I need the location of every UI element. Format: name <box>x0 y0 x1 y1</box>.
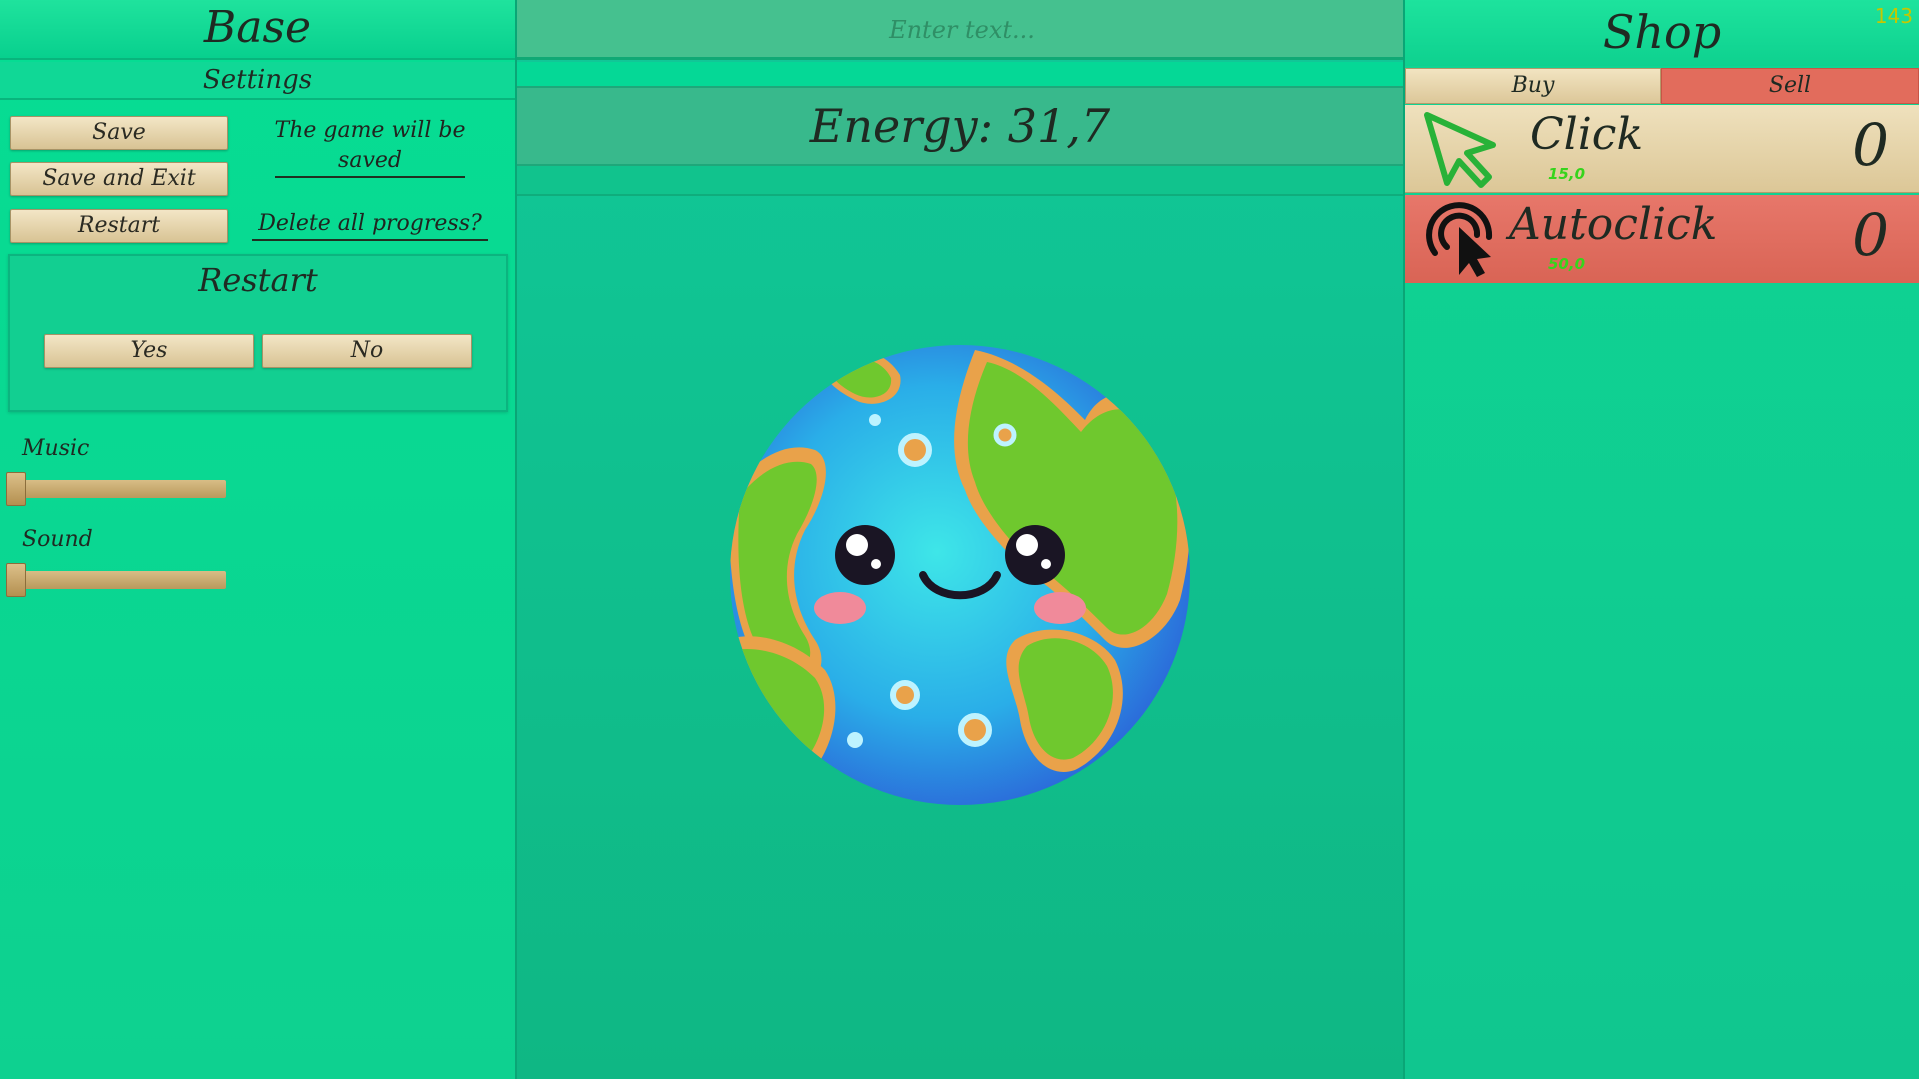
divider-band-lower <box>517 166 1403 196</box>
restart-dialog: Restart Yes No <box>8 254 508 412</box>
shop-title: Shop <box>1405 0 1919 66</box>
right-blush <box>1034 592 1086 624</box>
shop-item-name: Click <box>1530 109 1644 160</box>
save-button[interactable]: Save <box>10 116 228 150</box>
restart-button[interactable]: Restart <box>10 209 228 243</box>
save-note-underline <box>275 176 465 178</box>
settings-panel: Base Settings Save The game will be save… <box>0 0 515 1079</box>
tab-buy[interactable]: Buy <box>1405 68 1661 104</box>
settings-heading: Settings <box>0 62 515 100</box>
left-eye <box>835 525 895 585</box>
panel-title-base: Base <box>0 0 515 60</box>
cursor-arrow-icon <box>1424 112 1496 188</box>
restart-note-underline <box>252 239 488 241</box>
sound-label: Sound <box>22 527 93 552</box>
energy-counter: Energy: 31,7 <box>517 86 1403 166</box>
text-input-bar <box>517 0 1407 60</box>
text-input[interactable] <box>517 0 1407 59</box>
shop-item-price: 50,0 <box>1548 255 1586 273</box>
right-eye <box>1005 525 1065 585</box>
music-slider-handle[interactable] <box>6 472 26 506</box>
shop-item-count: 0 <box>1852 111 1889 179</box>
music-label: Music <box>22 436 90 461</box>
shop-item-autoclick[interactable]: Autoclick 50,0 0 <box>1405 195 1919 283</box>
music-slider[interactable] <box>6 472 226 506</box>
save-note-text: The game will be saved <box>274 118 466 173</box>
autoclick-icon <box>1426 202 1493 277</box>
game-area: Energy: 31,7 <box>515 0 1407 1079</box>
restart-note-text: Delete all progress? <box>258 211 482 236</box>
shop-item-price: 15,0 <box>1548 165 1586 183</box>
fps-counter: 143 <box>1874 4 1913 28</box>
save-and-exit-button[interactable]: Save and Exit <box>10 162 228 196</box>
tab-sell[interactable]: Sell <box>1661 68 1919 104</box>
restart-no-button[interactable]: No <box>262 334 472 368</box>
shop-item-count: 0 <box>1852 201 1889 269</box>
restart-note: Delete all progress? <box>250 209 490 241</box>
divider-band <box>517 62 1403 86</box>
save-note: The game will be saved <box>250 116 490 178</box>
left-blush <box>814 592 866 624</box>
shop-item-click[interactable]: Click 15,0 0 <box>1405 105 1919 193</box>
planet-earth-clicker[interactable] <box>725 340 1195 810</box>
restart-dialog-title: Restart <box>198 261 318 299</box>
sound-slider-handle[interactable] <box>6 563 26 597</box>
sound-slider[interactable] <box>6 563 226 597</box>
shop-panel: Shop 143 Buy Sell Click 15,0 0 Autoclick… <box>1405 0 1919 1079</box>
shop-item-name: Autoclick <box>1509 199 1718 250</box>
restart-yes-button[interactable]: Yes <box>44 334 254 368</box>
